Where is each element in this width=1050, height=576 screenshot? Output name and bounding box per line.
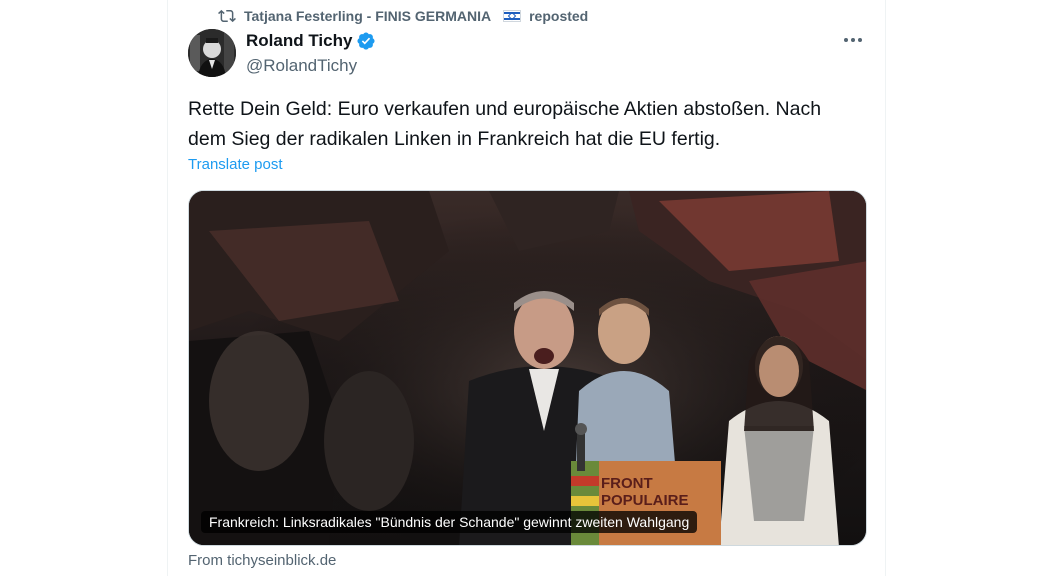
author-handle[interactable]: @RolandTichy xyxy=(246,56,376,76)
repost-icon xyxy=(218,9,236,23)
card-caption: Frankreich: Linksradikales "Bündnis der … xyxy=(201,511,698,533)
more-icon[interactable] xyxy=(841,30,865,50)
author-block: Roland Tichy @RolandTichy xyxy=(246,30,376,76)
podium-text-top: FRONT xyxy=(601,475,653,492)
tweet-text-line-1: Rette Dein Geld: Euro verkaufen und euro… xyxy=(188,98,822,120)
timeline-column: Tatjana Festerling - FINIS GERMANIA repo… xyxy=(167,0,886,576)
card-source[interactable]: From tichyseinblick.de xyxy=(188,552,336,569)
avatar[interactable] xyxy=(188,29,236,77)
link-card-image[interactable]: FRONT POPULAIRE Frankreich: Linksradikal… xyxy=(188,190,867,546)
verified-badge-icon[interactable] xyxy=(356,31,376,51)
news-photo: FRONT POPULAIRE xyxy=(189,191,866,545)
repost-context[interactable]: Tatjana Festerling - FINIS GERMANIA repo… xyxy=(218,6,588,26)
repost-label: reposted xyxy=(529,8,589,24)
podium-text-bottom: POPULAIRE xyxy=(601,492,689,509)
tweet-text-line-2: dem Sieg der radikalen Linken in Frankre… xyxy=(188,128,721,150)
tweet-text: Rette Dein Geld: Euro verkaufen und euro… xyxy=(188,94,868,154)
repost-user[interactable]: Tatjana Festerling - FINIS GERMANIA xyxy=(244,8,491,24)
author-name[interactable]: Roland Tichy xyxy=(246,31,352,51)
translate-link[interactable]: Translate post xyxy=(188,156,283,173)
israel-flag-icon xyxy=(503,10,522,22)
page: Tatjana Festerling - FINIS GERMANIA repo… xyxy=(0,0,1050,576)
